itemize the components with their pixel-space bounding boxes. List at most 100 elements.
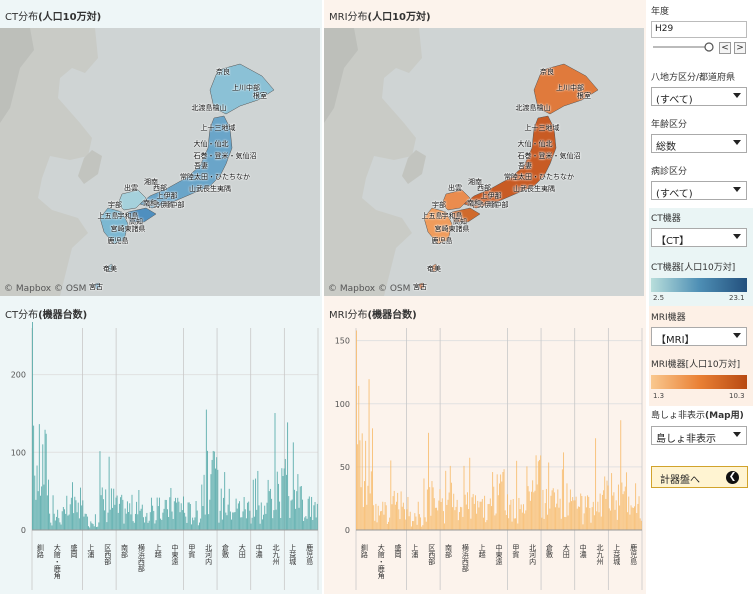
bar[interactable]: [463, 465, 465, 530]
bar[interactable]: [493, 486, 495, 530]
bar[interactable]: [593, 515, 595, 530]
bar[interactable]: [416, 524, 418, 530]
bar[interactable]: [298, 507, 300, 530]
bar[interactable]: [399, 519, 401, 530]
bar[interactable]: [434, 507, 436, 530]
bar[interactable]: [248, 501, 250, 530]
bar[interactable]: [208, 514, 210, 530]
bar[interactable]: [169, 497, 171, 530]
bar[interactable]: [134, 513, 136, 530]
bar[interactable]: [524, 513, 526, 530]
bar[interactable]: [580, 493, 582, 530]
bar[interactable]: [358, 385, 360, 530]
bar[interactable]: [104, 510, 106, 530]
bar[interactable]: [85, 513, 87, 530]
bar[interactable]: [224, 472, 226, 530]
bar[interactable]: [108, 456, 110, 530]
bar[interactable]: [560, 518, 562, 530]
bar[interactable]: [245, 518, 247, 530]
bar[interactable]: [50, 522, 52, 530]
bar[interactable]: [193, 520, 195, 530]
bar[interactable]: [74, 496, 76, 530]
bar[interactable]: [65, 513, 67, 530]
bar[interactable]: [271, 498, 273, 530]
bar[interactable]: [269, 488, 271, 530]
bar[interactable]: [488, 503, 490, 530]
bar[interactable]: [234, 512, 236, 530]
age-dropdown[interactable]: 総数: [651, 134, 747, 153]
bar[interactable]: [450, 482, 452, 530]
bar[interactable]: [439, 489, 441, 530]
bar[interactable]: [631, 507, 633, 530]
bar[interactable]: [121, 494, 123, 530]
bar[interactable]: [145, 516, 147, 530]
bar[interactable]: [576, 508, 578, 530]
bar[interactable]: [94, 514, 96, 530]
bar[interactable]: [442, 511, 444, 530]
dashboard-button[interactable]: 計器盤へ ❮: [651, 466, 748, 488]
bar[interactable]: [567, 515, 569, 530]
ct-map-attribution[interactable]: © Mapbox © OSM: [4, 284, 86, 294]
bar[interactable]: [215, 468, 216, 530]
bar[interactable]: [398, 509, 400, 530]
bar[interactable]: [312, 519, 314, 530]
bar[interactable]: [291, 499, 293, 530]
bar[interactable]: [40, 495, 41, 530]
bar[interactable]: [148, 520, 150, 530]
bar[interactable]: [357, 444, 359, 530]
bar[interactable]: [534, 490, 536, 530]
bar[interactable]: [430, 515, 432, 530]
bar[interactable]: [587, 495, 589, 530]
bar[interactable]: [457, 520, 459, 530]
bar[interactable]: [609, 510, 611, 530]
bar[interactable]: [61, 511, 63, 530]
bar[interactable]: [131, 494, 133, 530]
bar[interactable]: [78, 518, 80, 530]
bar[interactable]: [118, 503, 120, 530]
bar[interactable]: [466, 492, 468, 530]
bar[interactable]: [211, 459, 213, 530]
bar[interactable]: [406, 509, 408, 530]
bar[interactable]: [140, 508, 142, 530]
bar[interactable]: [535, 455, 537, 530]
bar[interactable]: [309, 516, 311, 530]
bar[interactable]: [543, 518, 545, 530]
bar[interactable]: [424, 517, 426, 530]
bar[interactable]: [147, 522, 149, 530]
bar[interactable]: [54, 520, 56, 530]
bar[interactable]: [257, 470, 259, 530]
bar[interactable]: [470, 518, 472, 530]
bar[interactable]: [75, 500, 77, 530]
bar[interactable]: [548, 462, 550, 530]
bar[interactable]: [120, 497, 122, 530]
bar[interactable]: [37, 491, 39, 530]
bar[interactable]: [36, 465, 38, 530]
bar[interactable]: [240, 517, 242, 530]
bar[interactable]: [418, 514, 420, 530]
bar[interactable]: [93, 526, 95, 530]
bar[interactable]: [88, 526, 89, 530]
bar[interactable]: [60, 524, 62, 530]
bar[interactable]: [32, 322, 33, 530]
bar[interactable]: [187, 502, 189, 530]
bar[interactable]: [179, 512, 181, 530]
ct-map[interactable]: 奈良 上川中部 根室 北渡島檜山 上十三地域 大仙・仙北 石巻・登米・気仙沼 吾妻 常陸太田・ひ…: [0, 28, 320, 296]
bar[interactable]: [171, 511, 173, 530]
bar[interactable]: [552, 488, 554, 530]
bar[interactable]: [256, 509, 258, 530]
bar[interactable]: [489, 498, 491, 530]
bar[interactable]: [83, 516, 85, 530]
bar[interactable]: [300, 486, 302, 530]
bar[interactable]: [250, 523, 252, 530]
bar[interactable]: [129, 503, 131, 530]
bar[interactable]: [613, 492, 615, 530]
bar[interactable]: [69, 504, 71, 530]
bar[interactable]: [477, 500, 479, 530]
bar[interactable]: [607, 485, 609, 530]
bar[interactable]: [202, 506, 204, 530]
bar[interactable]: [99, 451, 101, 530]
bar[interactable]: [458, 512, 460, 530]
bar[interactable]: [595, 438, 597, 530]
bar[interactable]: [423, 478, 425, 530]
bar[interactable]: [392, 496, 394, 530]
